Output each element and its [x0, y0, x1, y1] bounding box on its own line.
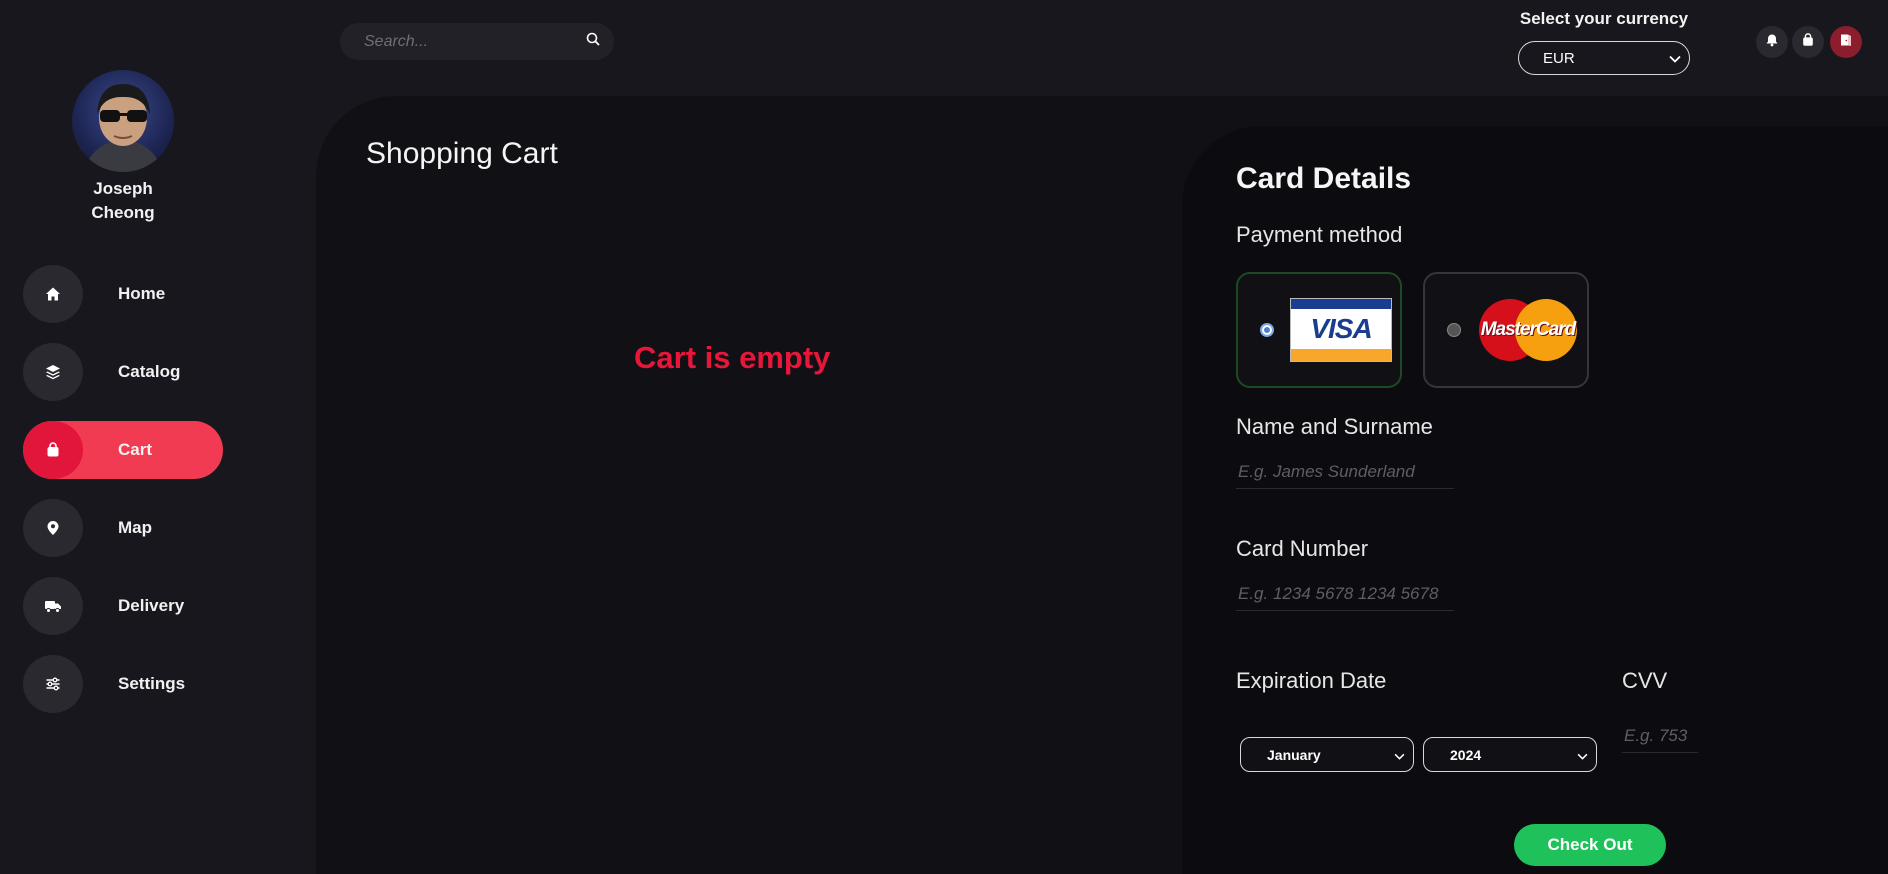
mastercard-logo: MasterCard — [1479, 299, 1577, 361]
visa-logo-text: VISA — [1310, 313, 1372, 344]
mastercard-logo-text: MasterCard — [1480, 319, 1577, 340]
card-details-title: Card Details — [1236, 162, 1412, 195]
user-name: Joseph Cheong — [91, 179, 155, 222]
chevron-down-icon — [1394, 747, 1405, 763]
expiration-year-select[interactable]: 2024 — [1423, 737, 1597, 772]
logout-button[interactable] — [1830, 26, 1862, 58]
sidebar-item-catalog[interactable]: Catalog — [23, 343, 223, 401]
name-field[interactable] — [1236, 456, 1454, 489]
cvv-label: CVV — [1622, 668, 1668, 693]
truck-icon — [23, 577, 83, 635]
user-photo — [83, 84, 163, 172]
sidebar-item-label: Cart — [118, 440, 153, 459]
sidebar-item-label: Catalog — [118, 362, 181, 381]
payment-option-visa[interactable]: VISA — [1236, 272, 1402, 388]
chevron-down-icon — [1577, 747, 1588, 763]
checkout-button[interactable]: Check Out — [1514, 824, 1666, 866]
sidebar-item-label: Settings — [118, 674, 186, 693]
sidebar-item-cart[interactable]: Cart — [23, 421, 223, 479]
name-label: Name and Surname — [1236, 414, 1433, 439]
visa-logo: VISA — [1290, 298, 1392, 362]
currency-label: Select your currency — [1519, 9, 1689, 28]
avatar[interactable] — [72, 70, 174, 172]
sliders-icon — [23, 655, 83, 713]
payment-method-label: Payment method — [1236, 222, 1403, 247]
map-pin-icon — [23, 499, 83, 557]
sidebar-item-label: Home — [118, 284, 166, 303]
expiration-date-label: Expiration Date — [1236, 668, 1387, 693]
search-bar — [340, 23, 614, 60]
payment-option-mastercard[interactable]: MasterCard — [1423, 272, 1589, 388]
bell-icon — [1765, 33, 1779, 52]
mastercard-radio[interactable] — [1447, 323, 1461, 337]
sidebar-item-home[interactable]: Home — [23, 265, 223, 323]
layers-icon — [23, 343, 83, 401]
search-icon[interactable] — [586, 32, 600, 51]
sidebar-item-map[interactable]: Map — [23, 499, 223, 557]
sidebar: Joseph Cheong Home Catalog Cart Map Deli… — [0, 0, 316, 874]
card-number-label: Card Number — [1236, 536, 1369, 561]
sidebar-item-settings[interactable]: Settings — [23, 655, 223, 713]
page-title: Shopping Cart — [366, 137, 558, 170]
cart-empty-message: Cart is empty — [634, 340, 831, 375]
search-input[interactable] — [364, 32, 586, 51]
currency-select[interactable]: EUR — [1518, 41, 1690, 75]
cvv-field[interactable] — [1622, 720, 1698, 753]
sidebar-item-delivery[interactable]: Delivery — [23, 577, 223, 635]
home-icon — [23, 265, 83, 323]
expiration-month-select[interactable]: January — [1240, 737, 1414, 772]
shopping-bag-icon — [23, 421, 83, 479]
cart-button[interactable] — [1792, 26, 1824, 58]
expiration-year-value: 2024 — [1450, 746, 1482, 763]
visa-radio[interactable] — [1260, 323, 1274, 337]
card-number-field[interactable] — [1236, 578, 1454, 611]
chevron-down-icon — [1669, 50, 1681, 67]
expiration-month-value: January — [1267, 746, 1321, 763]
sidebar-item-label: Delivery — [118, 596, 185, 615]
door-exit-icon — [1839, 33, 1853, 52]
currency-value: EUR — [1543, 49, 1575, 67]
shopping-bag-icon — [1801, 32, 1815, 52]
notifications-button[interactable] — [1756, 26, 1788, 58]
sidebar-item-label: Map — [118, 518, 152, 537]
